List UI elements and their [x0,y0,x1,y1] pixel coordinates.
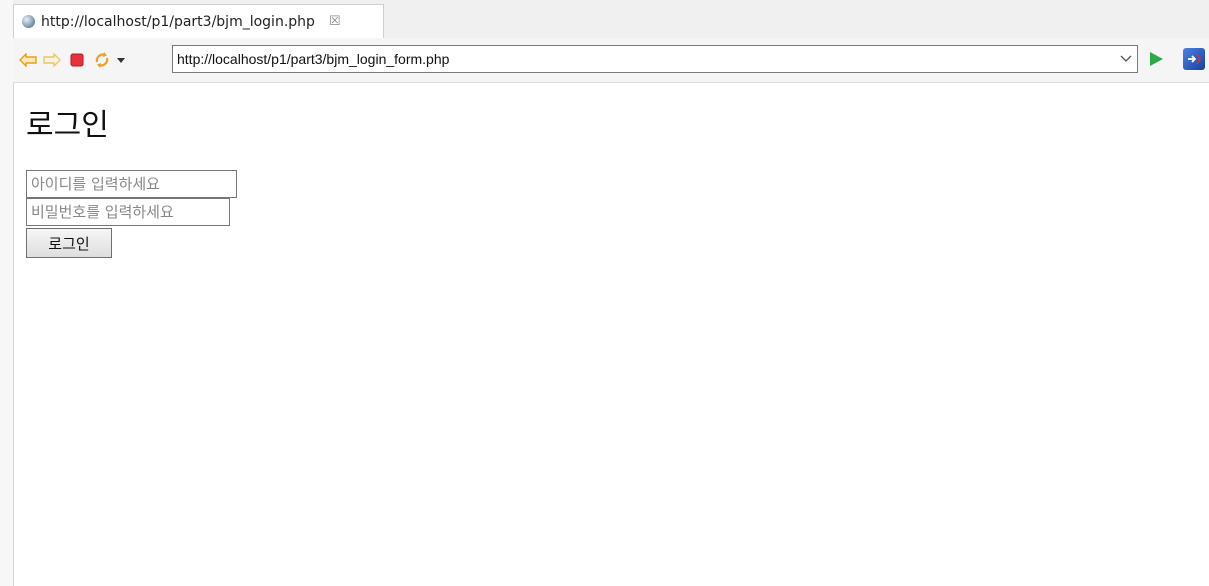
login-form: 로그인 [26,170,237,258]
close-icon[interactable]: ☒ [329,14,341,29]
go-icon[interactable] [1150,52,1163,66]
stop-icon[interactable] [68,51,86,69]
page-content: 로그인 로그인 [26,100,237,258]
globe-icon [22,15,35,28]
refresh-dropdown-icon[interactable] [115,51,127,69]
password-input[interactable] [26,198,230,226]
back-arrow-icon[interactable] [19,51,37,69]
browser-toolbar [13,38,1209,83]
forward-arrow-icon[interactable] [43,51,61,69]
editor-tab-bar: http://localhost/p1/part3/bjm_login.php … [13,0,1209,39]
url-input[interactable] [173,47,1115,71]
page-title: 로그인 [26,108,109,143]
address-bar[interactable] [172,45,1138,73]
window-left-border [0,0,14,586]
sync-icon[interactable] [1183,48,1205,70]
browser-tab[interactable]: http://localhost/p1/part3/bjm_login.php … [13,4,384,38]
chevron-down-icon[interactable] [1115,46,1137,72]
id-input[interactable] [26,170,237,198]
tab-title: http://localhost/p1/part3/bjm_login.php [41,13,315,30]
refresh-icon[interactable] [93,51,111,69]
login-button[interactable]: 로그인 [26,228,112,258]
